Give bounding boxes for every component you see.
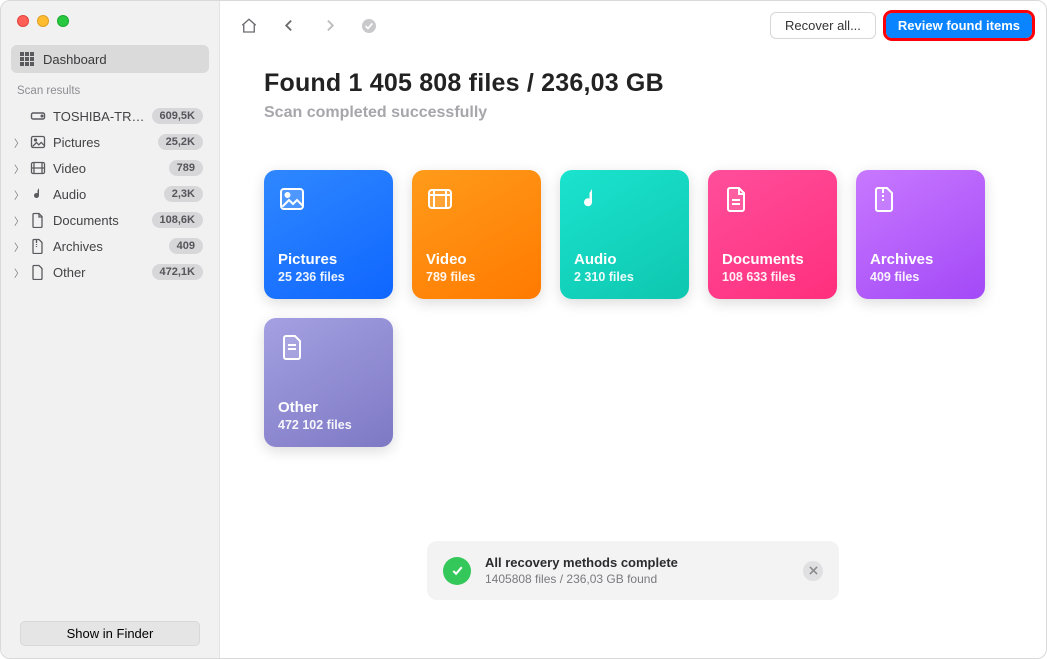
sidebar: Dashboard Scan results TOSHIBA-TR2… 609,… (1, 1, 220, 658)
count-badge: 2,3K (164, 186, 203, 202)
card-title: Other (278, 399, 379, 416)
sidebar-item-drive[interactable]: TOSHIBA-TR2… 609,5K (11, 103, 209, 129)
minimize-window-button[interactable] (37, 15, 49, 27)
card-sub: 108 633 files (722, 270, 823, 284)
toast-title: All recovery methods complete (485, 555, 678, 570)
check-status-icon (354, 12, 384, 40)
sidebar-item-other[interactable]: 〉 Other 472,1K (11, 259, 209, 285)
music-note-icon (30, 186, 46, 202)
recover-all-button[interactable]: Recover all... (770, 12, 876, 39)
count-badge: 108,6K (152, 212, 203, 228)
card-title: Video (426, 251, 527, 268)
window-controls (17, 15, 209, 27)
chevron-right-icon: 〉 (14, 187, 23, 202)
document-icon (30, 212, 46, 228)
forward-button[interactable] (314, 12, 344, 40)
check-circle-icon (443, 557, 471, 585)
page-title: Found 1 405 808 files / 236,03 GB (264, 69, 1006, 98)
close-window-button[interactable] (17, 15, 29, 27)
dashboard-label: Dashboard (43, 52, 107, 67)
card-pictures[interactable]: Pictures 25 236 files (264, 170, 393, 299)
main-pane: Recover all... Review found items Found … (220, 1, 1046, 658)
completion-toast: All recovery methods complete 1405808 fi… (427, 541, 839, 600)
film-icon (426, 185, 454, 213)
document-icon (722, 185, 750, 213)
drive-count-badge: 609,5K (152, 108, 203, 124)
blank-file-icon (278, 333, 306, 361)
card-video[interactable]: Video 789 files (412, 170, 541, 299)
archive-icon (30, 238, 46, 254)
count-badge: 472,1K (152, 264, 203, 280)
category-label: Archives (53, 239, 162, 254)
sidebar-item-pictures[interactable]: 〉 Pictures 25,2K (11, 129, 209, 155)
card-other[interactable]: Other 472 102 files (264, 318, 393, 447)
review-found-items-button[interactable]: Review found items (886, 13, 1032, 38)
card-documents[interactable]: Documents 108 633 files (708, 170, 837, 299)
card-title: Archives (870, 251, 971, 268)
home-button[interactable] (234, 12, 264, 40)
category-cards: Pictures 25 236 files Video 789 files (264, 170, 1006, 447)
highlight-annotation: Review found items (886, 13, 1032, 38)
page-subtitle: Scan completed successfully (264, 104, 1006, 122)
archive-icon (870, 185, 898, 213)
chevron-right-icon: 〉 (14, 265, 23, 280)
card-title: Documents (722, 251, 823, 268)
toast-message: All recovery methods complete 1405808 fi… (485, 555, 678, 586)
sidebar-item-audio[interactable]: 〉 Audio 2,3K (11, 181, 209, 207)
category-label: Documents (53, 213, 145, 228)
back-button[interactable] (274, 12, 304, 40)
card-audio[interactable]: Audio 2 310 files (560, 170, 689, 299)
toolbar: Recover all... Review found items (220, 1, 1046, 51)
sidebar-item-dashboard[interactable]: Dashboard (11, 45, 209, 73)
count-badge: 409 (169, 238, 203, 254)
card-sub: 409 files (870, 270, 971, 284)
sidebar-item-documents[interactable]: 〉 Documents 108,6K (11, 207, 209, 233)
blank-file-icon (30, 264, 46, 280)
card-sub: 472 102 files (278, 418, 379, 432)
drive-icon (30, 108, 46, 124)
category-label: Pictures (53, 135, 151, 150)
sidebar-section-title: Scan results (17, 85, 209, 97)
count-badge: 789 (169, 160, 203, 176)
close-toast-button[interactable] (803, 561, 823, 581)
sidebar-item-video[interactable]: 〉 Video 789 (11, 155, 209, 181)
card-sub: 2 310 files (574, 270, 675, 284)
chevron-right-icon: 〉 (14, 135, 23, 150)
chevron-right-icon: 〉 (14, 161, 23, 176)
toast-subtitle: 1405808 files / 236,03 GB found (485, 572, 678, 586)
show-in-finder-button[interactable]: Show in Finder (20, 621, 200, 646)
drive-name: TOSHIBA-TR2… (53, 109, 145, 124)
film-icon (30, 160, 46, 176)
card-title: Pictures (278, 251, 379, 268)
grid-icon (19, 51, 35, 67)
category-label: Other (53, 265, 145, 280)
image-icon (278, 185, 306, 213)
category-label: Audio (53, 187, 157, 202)
card-sub: 789 files (426, 270, 527, 284)
count-badge: 25,2K (158, 134, 203, 150)
sidebar-item-archives[interactable]: 〉 Archives 409 (11, 233, 209, 259)
chevron-right-icon: 〉 (14, 213, 23, 228)
category-label: Video (53, 161, 162, 176)
card-title: Audio (574, 251, 675, 268)
music-note-icon (574, 185, 602, 213)
app-window: Dashboard Scan results TOSHIBA-TR2… 609,… (0, 0, 1047, 659)
chevron-right-icon: 〉 (14, 239, 23, 254)
card-archives[interactable]: Archives 409 files (856, 170, 985, 299)
card-sub: 25 236 files (278, 270, 379, 284)
zoom-window-button[interactable] (57, 15, 69, 27)
image-icon (30, 134, 46, 150)
